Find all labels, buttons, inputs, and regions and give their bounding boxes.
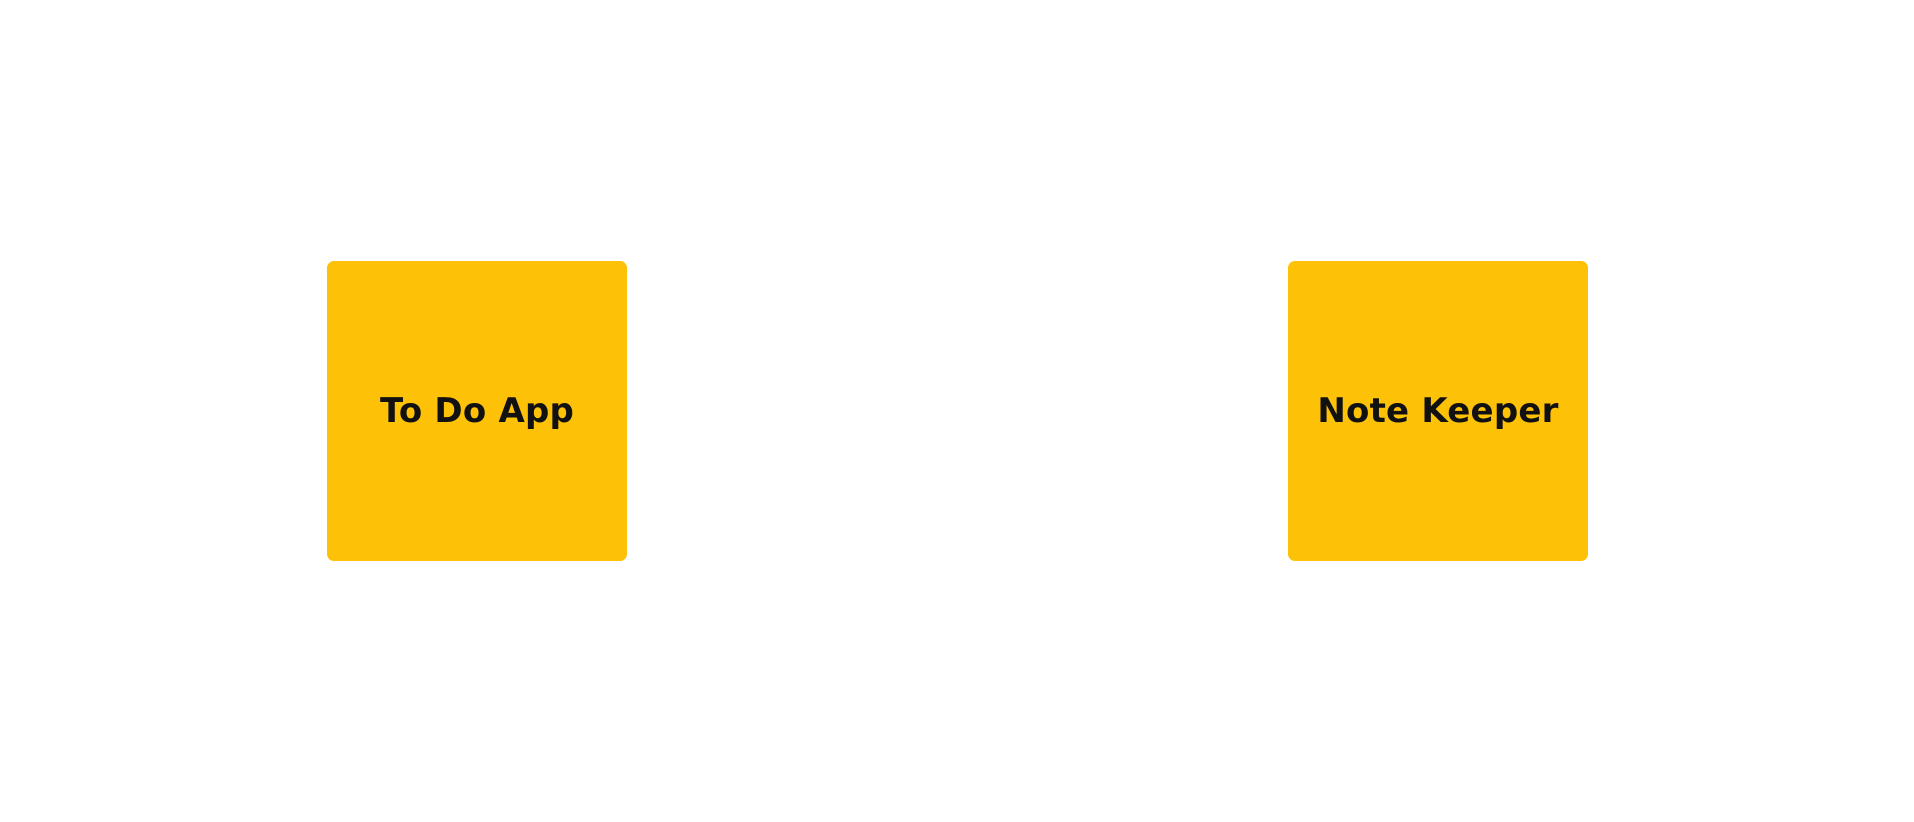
app-launcher-page: To Do App Note Keeper — [0, 0, 1914, 822]
note-keeper-tile[interactable]: Note Keeper — [1288, 261, 1588, 561]
todo-app-label: To Do App — [379, 391, 575, 431]
todo-app-tile[interactable]: To Do App — [327, 261, 627, 561]
note-keeper-label: Note Keeper — [1317, 391, 1559, 431]
